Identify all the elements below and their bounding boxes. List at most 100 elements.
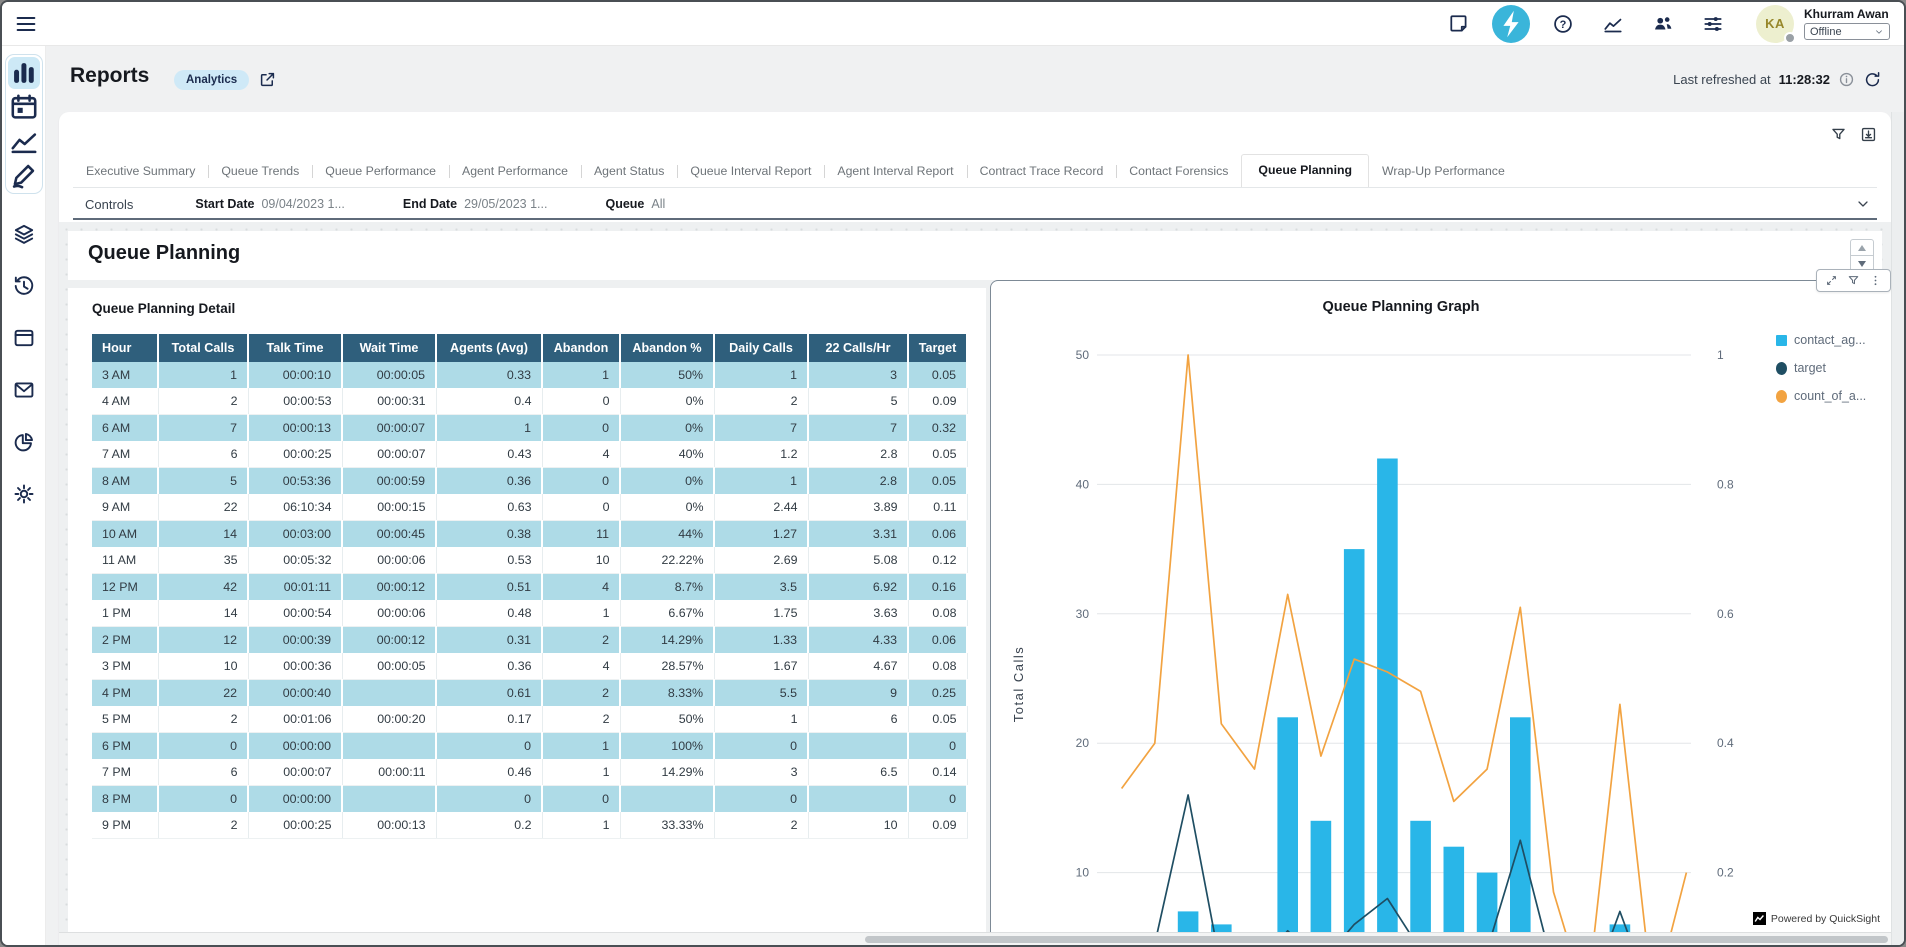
tab-queue-interval-report[interactable]: Queue Interval Report xyxy=(677,156,824,187)
table-header-cell: Daily Calls xyxy=(714,334,808,362)
horizontal-scrollbar-thumb[interactable] xyxy=(865,936,1888,943)
queue-planning-detail-table[interactable]: HourTotal CallsTalk TimeWait TimeAgents … xyxy=(92,334,968,839)
table-cell: 11 AM xyxy=(92,547,158,574)
table-row[interactable]: 8 AM500:53:3600:00:590.3600%12.80.05 xyxy=(92,468,967,495)
tab-queue-trends[interactable]: Queue Trends xyxy=(208,156,312,187)
table-cell: 0.61 xyxy=(436,680,542,707)
sidebar-item-layers-icon[interactable] xyxy=(12,222,36,246)
table-row[interactable]: 2 PM1200:00:3900:00:120.31214.29%1.334.3… xyxy=(92,627,967,654)
sliders-icon[interactable] xyxy=(1702,13,1724,35)
last-refreshed-label: Last refreshed at xyxy=(1673,72,1771,87)
sidebar-item-browser-icon[interactable] xyxy=(12,326,36,350)
sidebar-item-bar-chart-icon[interactable] xyxy=(8,57,40,89)
report-card: Executive SummaryQueue TrendsQueue Perfo… xyxy=(59,112,1891,945)
expand-icon[interactable] xyxy=(1825,274,1838,287)
queue-planning-chart[interactable]: 10203040500.20.40.60.81 xyxy=(991,281,1891,945)
control-filter-end-date[interactable]: End Date29/05/2023 1... xyxy=(403,197,548,211)
tab-agent-performance[interactable]: Agent Performance xyxy=(449,156,581,187)
queue-planning-graph-widget[interactable]: Queue Planning Graph Total Calls 1020304… xyxy=(990,280,1891,945)
tab-contact-forensics[interactable]: Contact Forensics xyxy=(1116,156,1241,187)
controls-chevron-down-icon[interactable] xyxy=(1855,196,1871,212)
table-row[interactable]: 9 AM2206:10:3400:00:150.6300%2.443.890.1… xyxy=(92,494,967,521)
table-cell: 7 AM xyxy=(92,441,158,468)
filter-funnel-icon[interactable] xyxy=(1830,126,1847,143)
table-cell: 50% xyxy=(620,706,714,733)
tab-agent-status[interactable]: Agent Status xyxy=(581,156,677,187)
note-icon[interactable] xyxy=(1448,13,1470,35)
spinner-down-icon[interactable] xyxy=(1858,261,1866,267)
table-row[interactable]: 7 PM600:00:0700:00:110.46114.29%36.50.14 xyxy=(92,759,967,786)
menu-icon[interactable] xyxy=(14,12,38,36)
legend-item-contact-ag-[interactable]: contact_ag... xyxy=(1776,333,1866,347)
avatar[interactable]: KA xyxy=(1756,5,1794,43)
table-row[interactable]: 11 AM3500:05:3200:00:060.531022.22%2.695… xyxy=(92,547,967,574)
vertical-scrollbar[interactable] xyxy=(1891,112,1904,945)
table-row[interactable]: 4 PM2200:00:400.6128.33%5.590.25 xyxy=(92,680,967,707)
table-cell: 00:00:10 xyxy=(248,362,342,388)
chevron-down-icon xyxy=(1874,27,1884,37)
bolt-icon[interactable] xyxy=(1492,5,1530,43)
svg-text:50: 50 xyxy=(1076,348,1090,362)
table-row[interactable]: 1 PM1400:00:5400:00:060.4816.67%1.753.63… xyxy=(92,600,967,627)
table-cell: 1 xyxy=(542,362,620,388)
legend-item-target[interactable]: target xyxy=(1776,361,1866,375)
chart-filter-funnel-icon[interactable] xyxy=(1847,274,1860,287)
info-icon[interactable] xyxy=(1838,71,1855,88)
tab-contract-trace-record[interactable]: Contract Trace Record xyxy=(967,156,1117,187)
table-cell: 4 PM xyxy=(92,680,158,707)
users-icon[interactable] xyxy=(1652,13,1674,35)
refresh-icon[interactable] xyxy=(1863,70,1882,89)
tab-agent-interval-report[interactable]: Agent Interval Report xyxy=(824,156,966,187)
sidebar-item-gear-icon[interactable] xyxy=(12,482,36,506)
tab-executive-summary[interactable]: Executive Summary xyxy=(73,156,208,187)
tab-queue-planning[interactable]: Queue Planning xyxy=(1241,154,1369,187)
sidebar-item-design-icon[interactable] xyxy=(8,159,40,191)
control-filter-queue[interactable]: QueueAll xyxy=(605,197,665,211)
sidebar-item-calendar-icon[interactable] xyxy=(8,91,40,123)
filter-value: 29/05/2023 1... xyxy=(464,197,547,211)
control-filter-start-date[interactable]: Start Date09/04/2023 1... xyxy=(195,197,344,211)
table-cell: 35 xyxy=(158,547,248,574)
table-cell: 7 xyxy=(714,415,808,442)
table-cell: 1 xyxy=(436,415,542,442)
line-chart-icon[interactable] xyxy=(1602,13,1624,35)
legend-item-count-of-a-[interactable]: count_of_a... xyxy=(1776,389,1866,403)
table-cell: 0 xyxy=(542,468,620,495)
table-row[interactable]: 12 PM4200:01:1100:00:120.5148.7%3.56.920… xyxy=(92,574,967,601)
download-icon[interactable] xyxy=(1860,126,1877,143)
table-row[interactable]: 8 PM000:00:000000 xyxy=(92,786,967,813)
sidebar-item-pie-chart-icon[interactable] xyxy=(12,430,36,454)
help-icon[interactable]: ? xyxy=(1552,13,1574,35)
sidebar-item-mail-icon[interactable] xyxy=(12,378,36,402)
svg-text:30: 30 xyxy=(1076,607,1090,621)
table-row[interactable]: 6 PM000:00:0001100%00 xyxy=(92,733,967,760)
table-cell: 6 AM xyxy=(92,415,158,442)
table-row[interactable]: 3 PM1000:00:3600:00:050.36428.57%1.674.6… xyxy=(92,653,967,680)
table-row[interactable]: 3 AM100:00:1000:00:050.33150%130.05 xyxy=(92,362,967,388)
table-header-cell: 22 Calls/Hr xyxy=(808,334,908,362)
tab-queue-performance[interactable]: Queue Performance xyxy=(312,156,449,187)
table-row[interactable]: 4 AM200:00:5300:00:310.400%250.09 xyxy=(92,388,967,415)
kebab-menu-icon[interactable] xyxy=(1869,274,1882,287)
sidebar-item-history-icon[interactable] xyxy=(12,274,36,298)
table-cell: 0 xyxy=(158,733,248,760)
horizontal-scrollbar[interactable] xyxy=(59,932,1891,945)
external-link-icon[interactable] xyxy=(258,70,277,89)
filter-label: Queue xyxy=(605,197,644,211)
table-cell: 0.33 xyxy=(436,362,542,388)
table-cell: 1 xyxy=(542,759,620,786)
spinner-up-icon[interactable] xyxy=(1858,245,1866,251)
table-cell: 6 xyxy=(158,441,248,468)
table-title: Queue Planning Detail xyxy=(92,301,235,316)
sidebar-item-line-chart-icon[interactable] xyxy=(8,125,40,157)
status-select[interactable]: Offline xyxy=(1804,23,1890,40)
table-cell: 0 xyxy=(436,786,542,813)
sheet-scroll-spinner[interactable] xyxy=(1850,239,1874,272)
legend-label: target xyxy=(1794,361,1826,375)
table-row[interactable]: 5 PM200:01:0600:00:200.17250%160.05 xyxy=(92,706,967,733)
tab-wrap-up-performance[interactable]: Wrap-Up Performance xyxy=(1369,156,1518,187)
table-row[interactable]: 6 AM700:00:1300:00:07100%770.32 xyxy=(92,415,967,442)
table-row[interactable]: 9 PM200:00:2500:00:130.2133.33%2100.09 xyxy=(92,812,967,839)
table-row[interactable]: 7 AM600:00:2500:00:070.43440%1.22.80.05 xyxy=(92,441,967,468)
table-row[interactable]: 10 AM1400:03:0000:00:450.381144%1.273.31… xyxy=(92,521,967,548)
